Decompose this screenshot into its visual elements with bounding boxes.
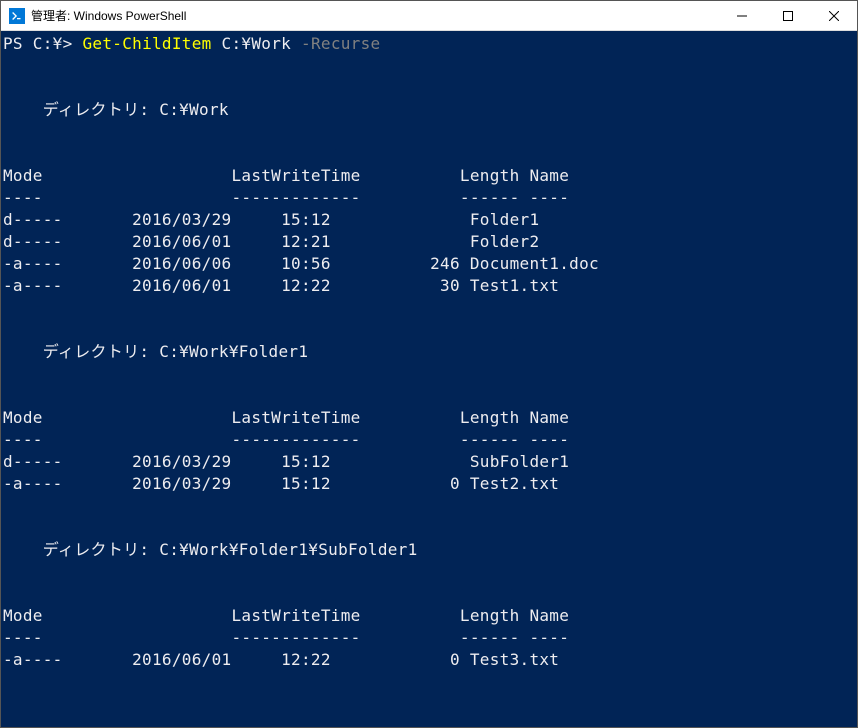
directory-header: ディレクトリ: C:¥Work¥Folder1¥SubFolder1 (3, 539, 857, 561)
blank-line (3, 121, 857, 143)
prompt-prefix: PS C:¥> (3, 33, 82, 55)
directory-path: C:¥Work¥Folder1¥SubFolder1 (159, 540, 417, 559)
table-header: Mode LastWriteTime Length Name (3, 165, 857, 187)
blank-line (3, 583, 857, 605)
directory-path: C:¥Work¥Folder1 (159, 342, 308, 361)
table-row: -a---- 2016/06/06 10:56 246 Document1.do… (3, 253, 857, 275)
prompt-line: PS C:¥> Get-ChildItem C:¥Work -Recurse (3, 33, 857, 55)
terminal-area[interactable]: PS C:¥> Get-ChildItem C:¥Work -Recurse デ… (1, 31, 857, 727)
directory-label: ディレクトリ: (43, 540, 150, 559)
table-row: d----- 2016/03/29 15:12 SubFolder1 (3, 451, 857, 473)
blank-line (3, 55, 857, 77)
maximize-button[interactable] (765, 1, 811, 31)
minimize-button[interactable] (719, 1, 765, 31)
blank-line (3, 363, 857, 385)
table-row: -a---- 2016/06/01 12:22 0 Test3.txt (3, 649, 857, 671)
blank-line (3, 495, 857, 517)
blank-line (3, 143, 857, 165)
directory-path: C:¥Work (159, 100, 229, 119)
cmd-flag: -Recurse (301, 33, 380, 55)
powershell-window: 管理者: Windows PowerShell PS C:¥> Get-Chil… (0, 0, 858, 728)
directory-header: ディレクトリ: C:¥Work (3, 99, 857, 121)
table-header: Mode LastWriteTime Length Name (3, 605, 857, 627)
blank-line (3, 77, 857, 99)
window-title: 管理者: Windows PowerShell (31, 7, 186, 24)
titlebar[interactable]: 管理者: Windows PowerShell (1, 1, 857, 31)
cmdlet-name: Get-ChildItem (82, 33, 211, 55)
table-header: Mode LastWriteTime Length Name (3, 407, 857, 429)
table-row: d----- 2016/06/01 12:21 Folder2 (3, 231, 857, 253)
table-row: -a---- 2016/03/29 15:12 0 Test2.txt (3, 473, 857, 495)
directory-label: ディレクトリ: (43, 342, 150, 361)
blank-line (3, 385, 857, 407)
table-row: d----- 2016/03/29 15:12 Folder1 (3, 209, 857, 231)
close-button[interactable] (811, 1, 857, 31)
table-dashes: ---- ------------- ------ ---- (3, 187, 857, 209)
directory-label: ディレクトリ: (43, 100, 150, 119)
blank-line (3, 319, 857, 341)
table-dashes: ---- ------------- ------ ---- (3, 429, 857, 451)
blank-line (3, 297, 857, 319)
cmd-arg: C:¥Work (212, 33, 301, 55)
table-dashes: ---- ------------- ------ ---- (3, 627, 857, 649)
blank-line (3, 517, 857, 539)
table-row: -a---- 2016/06/01 12:22 30 Test1.txt (3, 275, 857, 297)
directory-header: ディレクトリ: C:¥Work¥Folder1 (3, 341, 857, 363)
powershell-icon (9, 8, 25, 24)
blank-line (3, 561, 857, 583)
